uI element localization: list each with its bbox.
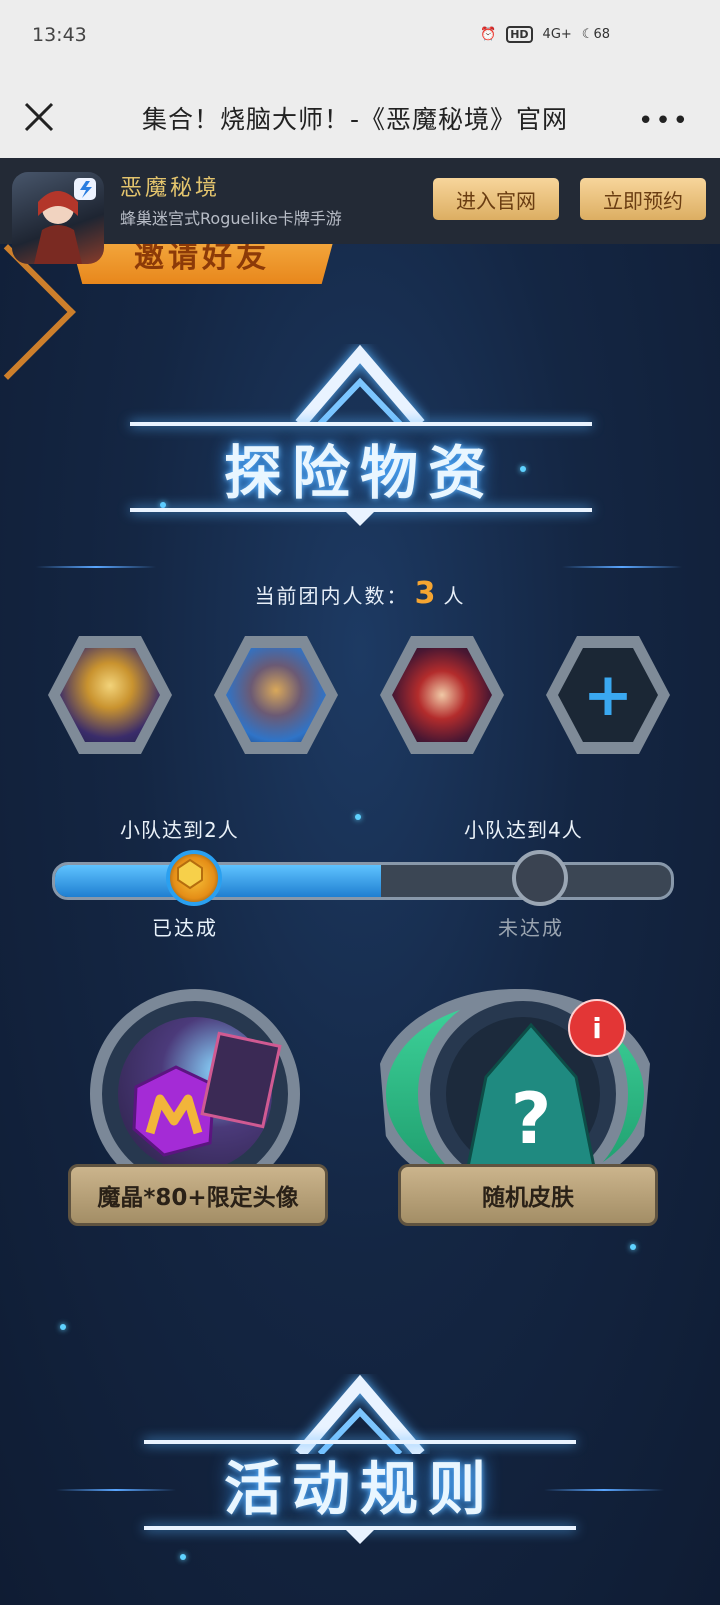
roof-emblem-icon	[295, 344, 425, 424]
signal-icon: 4G+	[542, 27, 572, 42]
more-icon: •••	[637, 106, 690, 136]
milestone-label-1: 小队达到2人	[120, 818, 239, 842]
supplies-title: 探险物资	[223, 439, 496, 507]
enter-site-button[interactable]: 进入官网	[433, 178, 559, 220]
down-arrow-icon	[342, 508, 378, 526]
app-description: 蜂巢迷宫式Roguelike卡牌手游	[120, 209, 342, 228]
hd-icon: HD	[506, 26, 533, 43]
svg-text:?: ?	[511, 1078, 552, 1160]
rules-header: 活动规则	[0, 1374, 720, 1574]
reserve-button[interactable]: 立即预约	[580, 178, 706, 220]
main-content: 邀请好友 查询奖励 探险物资 当前团内人数：3人 +	[0, 244, 720, 1605]
battery-icon: ☾68	[581, 27, 610, 42]
divider-line	[562, 566, 682, 568]
battery-level: 68	[593, 27, 610, 42]
milestone-node-reached	[166, 850, 222, 906]
member-avatar[interactable]	[380, 636, 504, 754]
divider-line	[36, 566, 156, 568]
app-logo[interactable]	[12, 172, 104, 264]
crystal-icon	[132, 1031, 282, 1157]
alarm-icon: ⏰	[480, 27, 497, 42]
status-icons: ⏰ HD 4G+ ☾68	[480, 26, 610, 43]
team-progress-bar	[52, 862, 674, 900]
nav-bar: 集合！烧脑大师！-《恶魔秘境》官网 •••	[0, 78, 720, 158]
info-badge-icon[interactable]: i	[568, 999, 626, 1057]
more-button[interactable]: •••	[638, 106, 690, 136]
status-time: 13:43	[32, 24, 87, 46]
member-count-label: 当前团内人数：	[254, 584, 409, 608]
plus-icon: +	[582, 660, 634, 730]
invite-member-slot[interactable]: +	[546, 636, 670, 754]
sparkle-dot	[60, 1324, 66, 1330]
reward-label-1: 魔晶*80+限定头像	[68, 1164, 328, 1226]
invite-friends-button[interactable]: 邀请好友	[66, 244, 338, 284]
supplies-header: 探险物资	[0, 344, 720, 568]
character-portrait-icon	[34, 178, 96, 264]
reward-art	[118, 1017, 282, 1171]
reward-label-2: 随机皮肤	[398, 1164, 658, 1226]
milestone-label-2: 小队达到4人	[464, 818, 583, 842]
member-count: 当前团内人数： 3 人	[0, 576, 720, 611]
member-count-unit: 人	[443, 584, 466, 608]
status-bar: 13:43 ⏰ HD 4G+ ☾68	[0, 0, 720, 78]
milestone-state-1: 已达成	[152, 916, 218, 940]
sparkle-dot	[355, 814, 361, 820]
member-avatar[interactable]	[48, 636, 172, 754]
member-count-value: 3	[414, 576, 438, 611]
milestone-state-2: 未达成	[498, 916, 564, 940]
down-arrow-icon	[342, 1526, 378, 1544]
close-icon	[24, 102, 54, 132]
sparkle-dot	[630, 1244, 636, 1250]
gem-icon	[177, 858, 203, 890]
app-name: 恶魔秘境	[120, 176, 221, 201]
page-title: 集合！烧脑大师！-《恶魔秘境》官网	[141, 105, 569, 134]
close-button[interactable]	[20, 98, 60, 138]
member-avatar[interactable]	[214, 636, 338, 754]
rules-title: 活动规则	[223, 1455, 496, 1523]
app-promo-bar: 恶魔秘境 蜂巢迷宫式Roguelike卡牌手游 进入官网 立即预约	[0, 158, 720, 264]
milestone-node-pending	[512, 850, 568, 906]
